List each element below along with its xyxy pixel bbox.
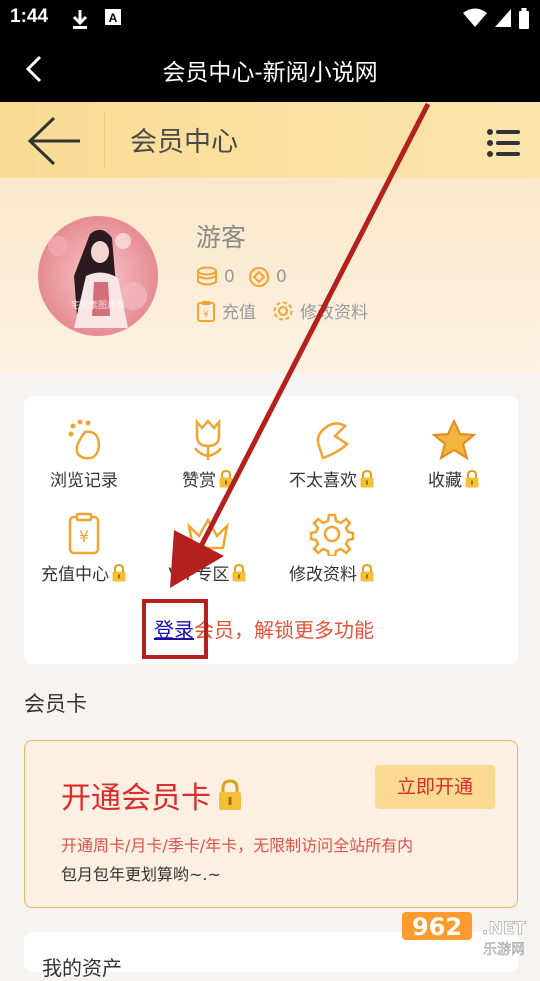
favorite-item[interactable]: 收藏 [394,418,514,491]
recharge-center-item[interactable]: ¥ 充值中心 [24,512,144,585]
status-time: 1:44 [10,6,49,27]
function-label: 不太喜欢 [289,471,357,491]
page-title: 会员中心-新阅小说网 [162,60,378,86]
site-watermark-logo: 962 .NET 乐游网 [402,912,527,958]
lock-icon [232,564,246,582]
member-header: 会员中心 [0,102,540,178]
section-title: 会员卡 [24,692,87,716]
gear-icon [309,513,355,556]
member-card-title-text: 开通会员卡 [61,781,211,816]
open-membership-button[interactable]: 立即开通 [375,765,495,809]
vip-zone-item[interactable]: VIP专区 [148,512,268,585]
flower-icon [193,418,223,460]
crown-icon [187,517,229,550]
recharge-link[interactable]: ¥ 充值 [196,298,256,323]
svg-text:¥: ¥ [79,527,89,546]
app-notification-icon: A [105,9,121,25]
point-count: 0 [276,267,287,287]
function-label: 充值中心 [41,565,109,585]
wifi-icon [463,8,487,27]
edit-profile-item[interactable]: 修改资料 [272,512,392,585]
watermark-net: .NET [482,919,526,939]
lock-icon [219,470,233,488]
member-card-desc: 开通周卡/月卡/季卡/年卡，无限制访问全站所有内 [61,836,414,855]
watermark-brand: 962 [412,913,462,941]
browser-title-bar: 会员中心-新阅小说网 [0,36,540,102]
coin-count: 0 [224,267,235,287]
recharge-icon: ¥ [68,512,100,555]
member-card-desc-2: 包月包年更划算哟~.~ [61,865,221,884]
dislike-icon [316,422,349,460]
download-icon [72,10,88,29]
svg-text:¥: ¥ [203,310,209,320]
function-label: 收藏 [428,471,462,491]
header-title: 会员中心 [130,127,238,158]
dislike-item[interactable]: 不太喜欢 [272,418,392,491]
user-name: 游客 [196,223,247,252]
assets-title: 我的资产 [42,956,122,980]
member-card-title: 开通会员卡 [61,773,243,817]
gear-icon [273,301,293,320]
lock-icon [465,470,479,488]
header-divider [104,112,105,168]
member-card: 开通会员卡 立即开通 开通周卡/月卡/季卡/年卡，无限制访问全站所有内 包月包年… [24,740,518,908]
point-stat: 0 [248,266,287,288]
edit-profile-label: 修改资料 [300,303,368,323]
function-label: 浏览记录 [50,471,118,491]
coins-icon [197,266,217,286]
edit-profile-link[interactable]: 修改资料 [272,298,368,323]
back-arrow-icon[interactable] [26,114,82,168]
svg-text:A: A [109,11,118,25]
recharge-label: 充值 [222,303,256,323]
lock-icon [112,564,126,582]
lock-icon [360,564,374,582]
signal-icon [495,9,511,27]
battery-icon [519,8,529,29]
reward-item[interactable]: 赞赏 [148,418,268,491]
lock-icon [219,779,241,810]
status-bar: 1:44 A [0,0,540,36]
lock-icon [360,470,374,488]
function-label: 赞赏 [182,471,216,491]
profile-section: 宅元素图片库 游客 0 0 ¥ 充值 修改资料 [0,178,540,374]
avatar-watermark: 宅元素图片库 [71,299,125,311]
function-label: VIP专区 [168,565,230,585]
footprint-icon [68,419,101,460]
function-label: 修改资料 [289,565,357,585]
menu-list-icon[interactable] [486,126,522,160]
coin-stat: 0 [196,266,235,288]
points-icon [249,267,269,287]
browse-history-item[interactable]: 浏览记录 [24,418,144,491]
watermark-site: 乐游网 [483,942,525,958]
star-icon [431,418,477,461]
avatar[interactable]: 宅元素图片库 [38,216,158,336]
login-prompt-text: 会员，解锁更多功能 [194,618,374,642]
recharge-icon: ¥ [197,300,215,322]
avatar-image: 宅元素图片库 [38,216,158,336]
annotation-highlight-box [142,599,208,659]
